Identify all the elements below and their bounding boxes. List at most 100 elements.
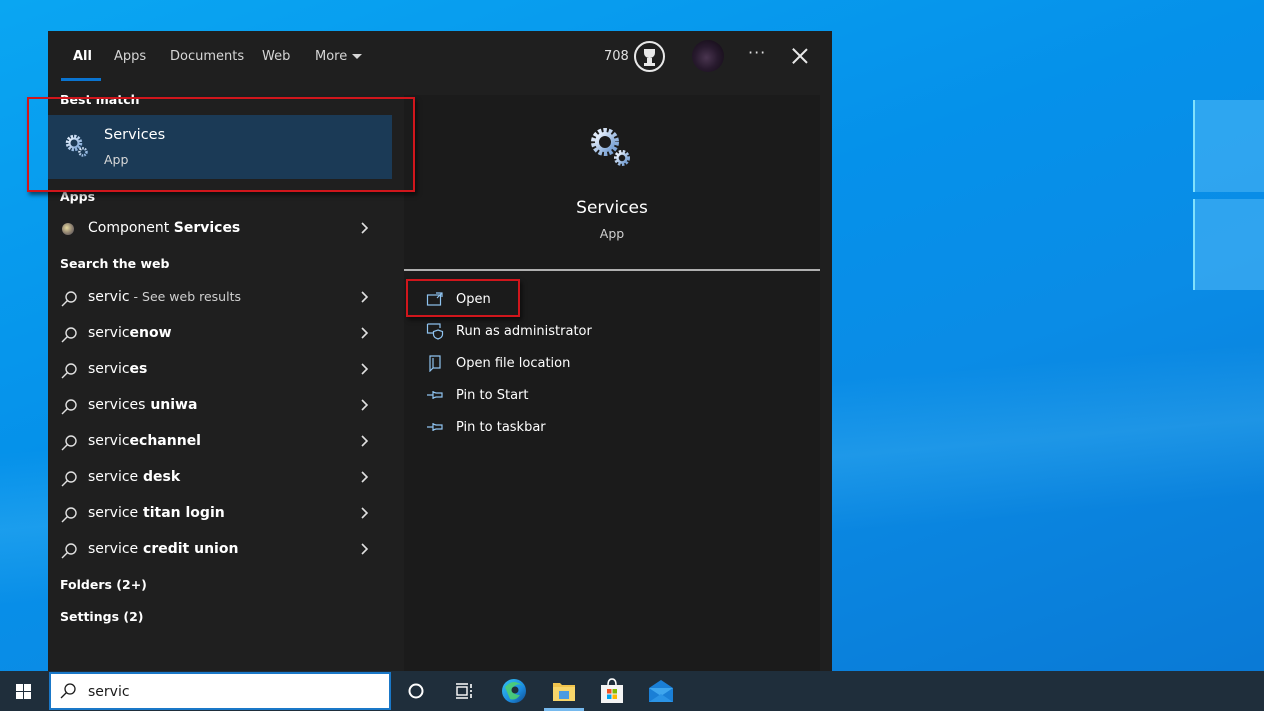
user-avatar[interactable] [692, 40, 724, 72]
best-match-item[interactable]: Services App [48, 115, 392, 179]
web-result-typed: servic [88, 361, 130, 377]
best-match-title: Services [104, 127, 166, 143]
chevron-right-icon[interactable] [360, 470, 369, 484]
chevron-right-icon[interactable] [360, 221, 369, 235]
search-icon [61, 291, 77, 307]
web-result-completion: desk [138, 469, 181, 485]
pin-icon [427, 391, 443, 399]
web-result-typed: servic [88, 325, 130, 341]
web-result-completion: credit union [138, 541, 239, 557]
open-icon [426, 292, 443, 306]
web-result-label: service desk [88, 469, 180, 485]
tab-web[interactable]: Web [262, 49, 290, 64]
web-result[interactable]: servic - See web results [48, 280, 392, 316]
action-open-file-location[interactable]: Open file location [426, 350, 726, 378]
search-web-heading: Search the web [60, 256, 170, 271]
file-explorer-button[interactable] [540, 671, 588, 711]
action-run-as-administrator[interactable]: Run as administrator [426, 318, 726, 346]
tab-all[interactable]: All [73, 49, 92, 64]
caret-down-icon [352, 54, 363, 59]
component-services-icon [62, 223, 74, 235]
trophy-base [644, 63, 655, 66]
web-result-label: servicechannel [88, 433, 201, 449]
search-icon [61, 543, 77, 559]
file-location-icon [429, 355, 441, 372]
run-as-admin-icon [426, 323, 444, 340]
web-result-completion: es [129, 361, 148, 377]
results-list: Best match Services App Apps Component S… [48, 83, 392, 671]
chevron-right-icon[interactable] [360, 362, 369, 376]
task-view-button[interactable] [440, 671, 488, 711]
web-result-typed: servic [88, 289, 130, 305]
chevron-right-icon[interactable] [360, 434, 369, 448]
action-pin-to-start[interactable]: Pin to Start [426, 382, 726, 410]
wallpaper-logo-pane-bottom [1193, 199, 1264, 290]
edge-button[interactable] [490, 671, 538, 711]
web-result-typed: service [88, 541, 139, 557]
cortana-button[interactable] [392, 671, 440, 711]
chevron-right-icon[interactable] [360, 542, 369, 556]
details-divider [404, 269, 820, 271]
trophy-cup [644, 49, 655, 58]
web-result[interactable]: service credit union [48, 532, 392, 568]
details-app-type: App [599, 226, 625, 241]
settings-heading[interactable]: Settings (2) [60, 609, 143, 624]
web-result[interactable]: service titan login [48, 496, 392, 532]
web-result-label: service titan login [88, 505, 225, 521]
web-result-label: services uniwa [88, 397, 197, 413]
gears-icon [65, 134, 88, 157]
web-result[interactable]: servicechannel [48, 424, 392, 460]
web-result[interactable]: services uniwa [48, 388, 392, 424]
app-result-component-services[interactable]: Component Services [48, 211, 392, 247]
app-result-label: Component Services [88, 220, 240, 236]
app-result-prefix: Component [88, 220, 174, 236]
chevron-right-icon[interactable] [360, 398, 369, 412]
web-result-typed: service [88, 469, 139, 485]
details-app-name: Services [576, 198, 648, 218]
action-pin-to-taskbar[interactable]: Pin to taskbar [426, 414, 726, 442]
taskbar-search-input[interactable]: servic [49, 672, 391, 710]
search-icon [61, 399, 77, 415]
task-view-icon [456, 683, 472, 699]
windows-logo-icon [16, 684, 23, 691]
more-options-button[interactable]: ··· [748, 43, 766, 62]
search-icon [61, 327, 77, 343]
web-result-label: services [88, 361, 147, 377]
chevron-right-icon[interactable] [360, 326, 369, 340]
web-result-label: servic - See web results [88, 289, 241, 305]
web-result[interactable]: service desk [48, 460, 392, 496]
file-explorer-icon [553, 683, 575, 701]
action-label: Pin to taskbar [456, 420, 546, 435]
chevron-right-icon[interactable] [360, 290, 369, 304]
tab-more[interactable]: More [315, 49, 363, 64]
tab-documents[interactable]: Documents [170, 49, 244, 64]
gears-icon [591, 128, 630, 166]
start-button[interactable] [0, 671, 48, 711]
active-tab-indicator [61, 78, 101, 81]
close-button[interactable] [789, 45, 811, 67]
trophy-icon[interactable] [634, 41, 665, 72]
web-result-completion: uniwa [145, 397, 198, 413]
folders-heading[interactable]: Folders (2+) [60, 577, 147, 592]
search-panel-header: All Apps Documents Web More 708 ··· [48, 31, 832, 83]
rewards-points: 708 [604, 49, 629, 64]
taskbar: servic [0, 671, 1264, 711]
action-label: Open file location [456, 356, 571, 371]
best-match-subtitle: App [104, 152, 129, 167]
chevron-right-icon[interactable] [360, 506, 369, 520]
mail-button[interactable] [637, 671, 685, 711]
web-result-completion: echannel [129, 433, 201, 449]
search-icon [60, 683, 76, 699]
web-result[interactable]: services [48, 352, 392, 388]
tab-more-label: More [315, 49, 348, 64]
tab-apps[interactable]: Apps [114, 49, 146, 64]
windows-logo-icon [24, 684, 31, 691]
edge-icon [502, 679, 526, 703]
web-result[interactable]: servicenow [48, 316, 392, 352]
search-icon [61, 471, 77, 487]
action-open[interactable]: Open [426, 286, 726, 314]
action-label: Pin to Start [456, 388, 529, 403]
search-query: servic [88, 684, 130, 700]
store-button[interactable] [588, 671, 636, 711]
web-result-typed: servic [88, 433, 130, 449]
